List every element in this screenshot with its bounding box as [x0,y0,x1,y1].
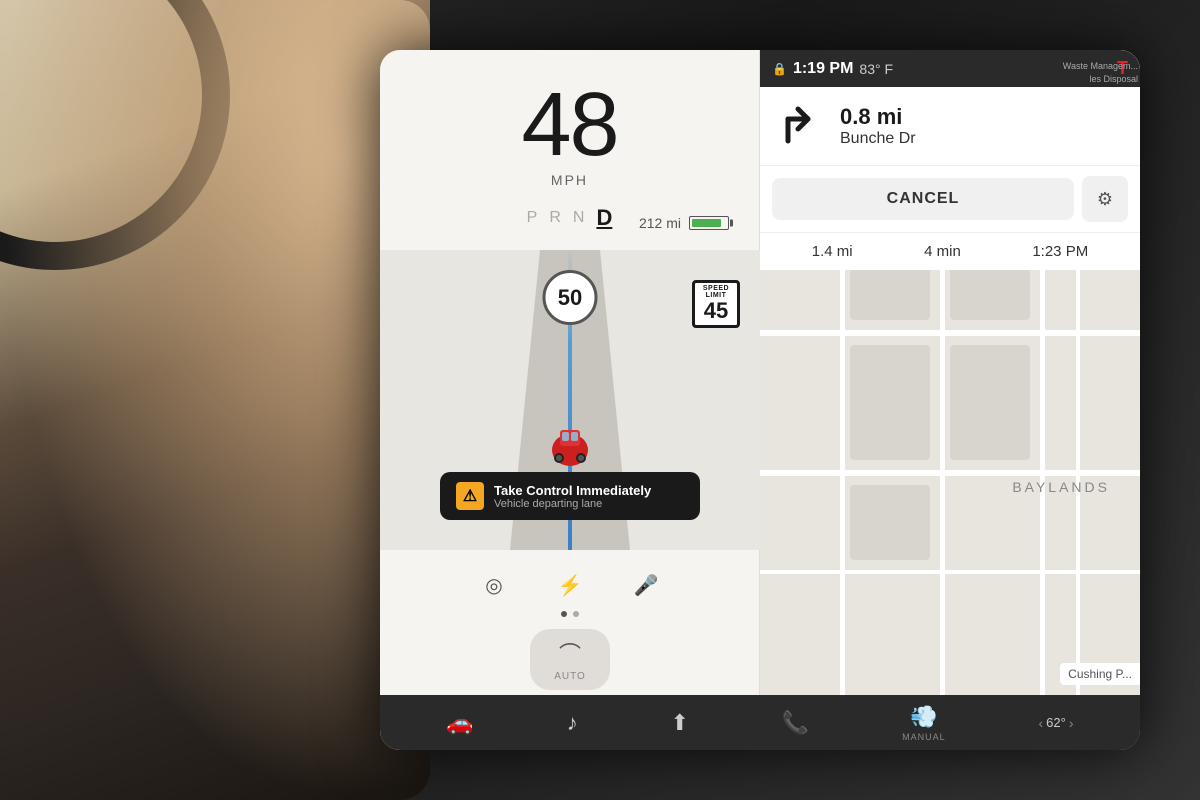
battery-bar [689,216,729,230]
settings-icon: ⚙ [1097,189,1113,210]
map-road-h2 [760,330,1140,336]
fan-label: MANUAL [902,732,946,742]
alert-title: Take Control Immediately [494,483,651,498]
battery-fill [692,219,721,227]
dot-1 [561,611,567,617]
speed-value: 48 [521,80,617,170]
trip-time: 4 min [924,243,961,260]
temp-controls: ‹ 62° › [1038,715,1073,731]
temp-value: 62° [1046,715,1066,730]
cancel-row: CANCEL ⚙ [760,166,1140,233]
cancel-button[interactable]: CANCEL [772,178,1074,220]
map-block-4 [950,345,1030,460]
turn-arrow [776,101,826,151]
mic-icon[interactable]: 🎤 [628,567,664,603]
map-road-h3 [760,470,1140,476]
speed-limit-box-label: SPEEDLIMIT [695,285,737,299]
gear-p[interactable]: P [527,209,538,227]
alert-subtitle: Vehicle departing lane [494,498,651,510]
side-business-text: Waste Managem... les Disposal [1059,50,1140,95]
wiper-icon: ⌒ [559,637,581,669]
turn-street: Bunche Dr [840,130,1124,148]
bottom-controls: ◎ ⚡ 🎤 ⌒ AUTO [380,567,760,690]
alert-warning-icon: ⚠ [456,482,484,510]
turn-card: 0.8 mi Bunche Dr [760,87,1140,166]
car-icon [548,410,592,470]
tesla-screen: 48 MPH P R N D 212 mi 50 [380,50,1140,750]
nav-topbar-left: 🔒 1:19 PM 83° F [772,60,893,78]
trip-time-value: 4 min [924,243,961,260]
speed-limit-box-num: 45 [695,299,737,323]
nav-time: 1:19 PM [793,60,853,78]
fan-section: 💨 MANUAL [902,704,946,742]
taskbar: 🚗 ♪ ⬆ 📞 💨 MANUAL ‹ 62° › [380,695,1140,750]
autopilot-view: 50 SPEEDLIMIT 45 [380,250,760,550]
turn-distance: 0.8 mi [840,104,1124,130]
energy-icon[interactable]: ⚡ [552,567,588,603]
speed-limit-box: SPEEDLIMIT 45 [692,280,740,328]
steering-area [0,0,430,800]
map-area[interactable]: BAYLANDS Cushing P... 🔒 1:19 PM 83° F T … [760,50,1140,695]
trip-eta: 1:23 PM [1032,243,1088,260]
gear-selector: P R N D [527,205,613,231]
trip-distance-value: 1.4 mi [812,243,853,260]
temp-down-icon[interactable]: ‹ [1038,715,1043,731]
baylands-label: BAYLANDS [1012,479,1110,495]
nav-topbar: 🔒 1:19 PM 83° F T Waste Managem... les D… [760,50,1140,87]
range-display: 212 mi [639,215,729,231]
nav-card: 🔒 1:19 PM 83° F T Waste Managem... les D… [760,50,1140,270]
hand-overlay [0,0,430,800]
dot-2 [573,611,579,617]
map-road-h4 [760,570,1140,574]
control-icons-row: ◎ ⚡ 🎤 [476,567,664,603]
turn-info: 0.8 mi Bunche Dr [840,104,1124,148]
nav-temp: 83° F [859,61,893,77]
gear-r[interactable]: R [549,209,561,227]
map-block-3 [850,345,930,460]
dots-indicator [561,611,579,617]
alert-banner: ⚠ Take Control Immediately Vehicle depar… [440,472,700,520]
left-panel: 48 MPH P R N D 212 mi 50 [380,50,760,750]
wiper-button[interactable]: ⌒ AUTO [530,629,610,690]
speed-display: 48 MPH [521,80,617,188]
cushing-label: Cushing P... [1060,663,1140,685]
phone-icon[interactable]: 📞 [782,710,809,736]
temp-up-icon[interactable]: › [1069,715,1074,731]
trip-distance: 1.4 mi [812,243,853,260]
speed-limit-value: 50 [558,287,582,309]
temp-number: 62° [1046,715,1066,730]
gear-d[interactable]: D [596,205,612,231]
nav-settings-button[interactable]: ⚙ [1082,176,1128,222]
lock-icon: 🔒 [772,62,787,76]
gear-n[interactable]: N [573,209,585,227]
car-status-icon[interactable]: 🚗 [446,710,473,736]
trip-info-row: 1.4 mi 4 min 1:23 PM [760,233,1140,270]
wiper-label: AUTO [554,671,586,682]
map-block-5 [850,485,930,560]
fan-icon[interactable]: 💨 [910,704,937,730]
alert-text: Take Control Immediately Vehicle departi… [494,483,651,510]
target-icon[interactable]: ◎ [476,567,512,603]
speed-limit-circle: 50 [543,270,598,325]
range-miles: 212 mi [639,215,681,231]
music-icon[interactable]: ♪ [567,710,578,736]
apps-icon[interactable]: ⬆ [671,710,689,736]
trip-eta-value: 1:23 PM [1032,243,1088,260]
